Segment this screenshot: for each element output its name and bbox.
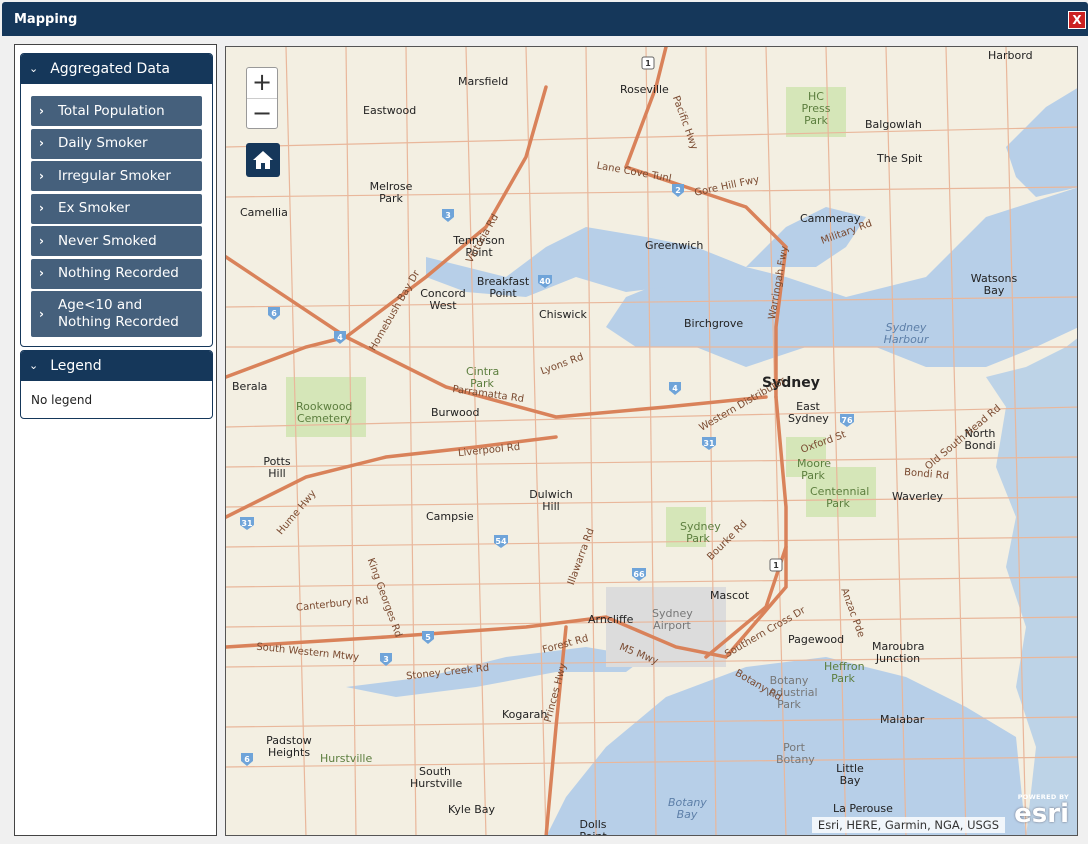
place-label: Rookwood Cemetery <box>296 400 353 425</box>
chevron-down-icon: ⌄ <box>29 358 39 372</box>
place-label: Melrose Park <box>369 180 413 205</box>
zoom-control: + − <box>246 67 278 129</box>
place-label: Botany Bay <box>668 796 707 821</box>
chevron-right-icon: › <box>39 306 44 321</box>
place-label: Mascot <box>710 589 750 602</box>
place-label: Hurstville <box>320 752 373 765</box>
left-panel: ⌄ Aggregated Data › Total Population › Dai… <box>14 44 217 836</box>
daily-smoker-button[interactable]: › Daily Smoker <box>31 128 202 159</box>
daily-smoker-label: Daily Smoker <box>57 135 148 151</box>
place-label: Kogarah <box>502 708 548 721</box>
place-label: Watsons Bay <box>970 272 1018 297</box>
place-label: Moore Park <box>797 457 831 482</box>
place-label: Little Bay <box>836 762 864 787</box>
place-label: Kyle Bay <box>448 803 496 816</box>
place-label: Dulwich Hill <box>529 488 573 513</box>
place-label: Maroubra Junction <box>872 640 925 665</box>
home-icon <box>253 151 273 169</box>
place-label: East Sydney <box>788 400 829 425</box>
place-label: Harbord <box>988 49 1033 62</box>
total-population-label: Total Population <box>57 102 165 119</box>
place-label: Eastwood <box>363 104 417 117</box>
place-label: Waverley <box>892 490 944 503</box>
legend-body: No legend <box>31 393 93 407</box>
place-label: Birchgrove <box>684 317 744 330</box>
chevron-right-icon: › <box>39 136 44 150</box>
place-label: Sydney Airport <box>652 607 693 632</box>
aggregated-data-header[interactable]: ⌄ Aggregated Data <box>21 54 212 84</box>
zoom-in-button[interactable]: + <box>247 68 277 98</box>
place-label: The Spit <box>877 152 923 165</box>
place-label: Berala <box>232 380 268 393</box>
place-label: Greenwich <box>645 239 704 252</box>
place-label: Balgowlah <box>865 118 922 131</box>
map-attribution[interactable]: Esri, HERE, Garmin, NGA, USGS <box>811 817 1005 833</box>
legend-title: Legend <box>50 358 102 374</box>
total-population-button[interactable]: › Total Population <box>31 96 202 126</box>
never-smoked-label: Never Smoked <box>57 232 157 249</box>
age-under-10-nothing-recorded-button[interactable]: › Age<10 and Nothing Recorded <box>31 291 202 337</box>
window-title: Mapping <box>14 12 78 27</box>
ex-smoker-button[interactable]: › Ex Smoker <box>31 193 202 224</box>
legend-header[interactable]: ⌄ Legend <box>21 351 212 381</box>
place-label: Heffron Park <box>824 660 865 685</box>
close-button[interactable]: X <box>1068 11 1086 29</box>
place-label: Chiswick <box>539 308 587 321</box>
place-label: Port Botany <box>776 741 815 766</box>
place-label: Burwood <box>431 406 480 419</box>
place-label: Dolls Point <box>579 818 607 836</box>
esri-logo[interactable]: POWERED BY esri <box>1011 793 1069 829</box>
place-label: HC Press Park <box>801 90 831 127</box>
map-view[interactable]: Harbord Marsfield Roseville HC Press Par… <box>225 46 1078 836</box>
place-label: Concord West <box>420 287 466 312</box>
legend-section: ⌄ Legend No legend <box>20 350 213 419</box>
chevron-down-icon: ⌄ <box>29 61 39 75</box>
esri-logo-text: esri <box>1014 799 1069 829</box>
place-label: Sydney Park <box>680 520 721 545</box>
chevron-right-icon: › <box>39 233 44 248</box>
place-label: La Perouse <box>833 802 893 815</box>
place-label: Potts Hill <box>263 455 291 480</box>
place-label: Padstow Heights <box>266 734 312 759</box>
place-label: Centennial Park <box>810 485 870 510</box>
place-label: South Hurstville <box>410 765 463 790</box>
place-label: Marsfield <box>458 75 509 88</box>
irregular-smoker-label: Irregular Smoker <box>57 167 171 184</box>
home-button[interactable] <box>246 143 280 177</box>
ex-smoker-label: Ex Smoker <box>57 200 130 216</box>
place-label: Pagewood <box>788 633 845 646</box>
middle-harbour <box>1006 88 1077 197</box>
place-label: Sydney Harbour <box>883 321 929 346</box>
place-label: Cammeray <box>800 212 861 225</box>
zoom-out-button[interactable]: − <box>247 98 277 128</box>
place-label: Roseville <box>620 83 669 96</box>
age-under-10-nothing-recorded-label: Age<10 and Nothing Recorded <box>57 297 179 330</box>
chevron-right-icon: › <box>39 103 44 118</box>
chevron-right-icon: › <box>39 201 44 215</box>
chevron-right-icon: › <box>39 266 44 280</box>
place-label: Camellia <box>240 206 288 219</box>
nothing-recorded-label: Nothing Recorded <box>57 265 179 281</box>
aggregated-data-list: › Total Population › Daily Smoker › Irregul… <box>21 84 212 348</box>
chevron-right-icon: › <box>39 168 44 183</box>
irregular-smoker-button[interactable]: › Irregular Smoker <box>31 161 202 191</box>
never-smoked-button[interactable]: › Never Smoked <box>31 226 202 256</box>
cooks-river <box>346 647 646 697</box>
place-label: Arncliffe <box>588 613 634 626</box>
window-titlebar: Mapping X <box>2 2 1088 36</box>
place-label: Malabar <box>880 713 925 726</box>
m4 <box>226 335 348 379</box>
place-label: Breakfast Point <box>476 275 530 300</box>
nothing-recorded-button[interactable]: › Nothing Recorded <box>31 258 202 289</box>
aggregated-data-title: Aggregated Data <box>50 61 170 77</box>
place-label: Campsie <box>426 510 474 523</box>
aggregated-data-section: ⌄ Aggregated Data › Total Population › Dai… <box>20 53 213 347</box>
